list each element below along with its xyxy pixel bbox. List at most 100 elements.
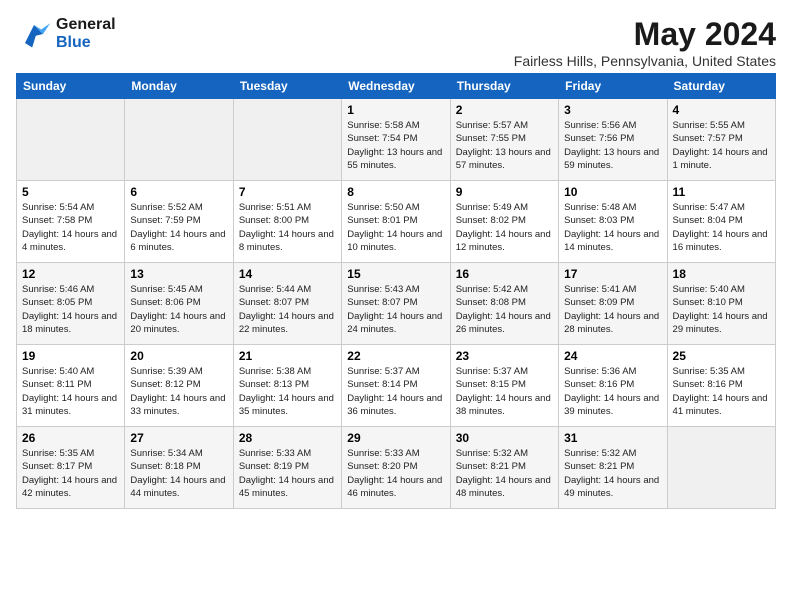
day-info: Sunrise: 5:42 AM Sunset: 8:08 PM Dayligh… [456,283,553,336]
day-number: 11 [673,185,770,199]
day-number: 3 [564,103,661,117]
day-number: 19 [22,349,119,363]
day-info: Sunrise: 5:39 AM Sunset: 8:12 PM Dayligh… [130,365,227,418]
week-row: 26Sunrise: 5:35 AM Sunset: 8:17 PM Dayli… [17,427,776,509]
calendar-cell: 20 Sunrise: 5:39 AM Sunset: 8:12 PM Dayli… [125,345,233,427]
day-info: Sunrise: 5:35 AM Sunset: 8:17 PM Dayligh… [22,447,119,500]
day-info: Sunrise: 5:34 AM Sunset: 8:18 PM Dayligh… [130,447,227,500]
day-info: Sunrise: 5:36 AM Sunset: 8:16 PM Dayligh… [564,365,661,418]
calendar-cell: 11Sunrise: 5:47 AM Sunset: 8:04 PM Dayli… [667,181,775,263]
day-info: Sunrise: 5:33 AM Sunset: 8:19 PM Dayligh… [239,447,336,500]
calendar-cell: 9 Sunrise: 5:49 AM Sunset: 8:02 PM Daylig… [450,181,558,263]
day-number: 7 [239,185,336,199]
day-number: 25 [673,349,770,363]
day-number: 1 [347,103,444,117]
day-info: Sunrise: 5:55 AM Sunset: 7:57 PM Dayligh… [673,119,770,172]
day-number: 22 [347,349,444,363]
day-number: 8 [347,185,444,199]
day-number: 12 [22,267,119,281]
day-number: 14 [239,267,336,281]
day-number: 28 [239,431,336,445]
day-number: 15 [347,267,444,281]
day-number: 27 [130,431,227,445]
calendar-table: SundayMondayTuesdayWednesdayThursdayFrid… [16,73,776,509]
day-info: Sunrise: 5:57 AM Sunset: 7:55 PM Dayligh… [456,119,553,172]
calendar-cell: 13 Sunrise: 5:45 AM Sunset: 8:06 PM Dayli… [125,263,233,345]
day-number: 18 [673,267,770,281]
month-title: May 2024 [514,16,776,53]
calendar-cell: 30 Sunrise: 5:32 AM Sunset: 8:21 PM Dayli… [450,427,558,509]
calendar-cell: 12Sunrise: 5:46 AM Sunset: 8:05 PM Dayli… [17,263,125,345]
day-number: 17 [564,267,661,281]
col-header-monday: Monday [125,74,233,99]
day-info: Sunrise: 5:43 AM Sunset: 8:07 PM Dayligh… [347,283,444,336]
day-info: Sunrise: 5:52 AM Sunset: 7:59 PM Dayligh… [130,201,227,254]
col-header-tuesday: Tuesday [233,74,341,99]
calendar-cell: 31Sunrise: 5:32 AM Sunset: 8:21 PM Dayli… [559,427,667,509]
calendar-cell: 21 Sunrise: 5:38 AM Sunset: 8:13 PM Dayli… [233,345,341,427]
calendar-cell: 24 Sunrise: 5:36 AM Sunset: 8:16 PM Dayli… [559,345,667,427]
col-header-thursday: Thursday [450,74,558,99]
calendar-cell: 26Sunrise: 5:35 AM Sunset: 8:17 PM Dayli… [17,427,125,509]
day-info: Sunrise: 5:45 AM Sunset: 8:06 PM Dayligh… [130,283,227,336]
calendar-cell: 27 Sunrise: 5:34 AM Sunset: 8:18 PM Dayli… [125,427,233,509]
day-info: Sunrise: 5:32 AM Sunset: 8:21 PM Dayligh… [564,447,661,500]
calendar-cell: 29Sunrise: 5:33 AM Sunset: 8:20 PM Dayli… [342,427,450,509]
calendar-cell: 17 Sunrise: 5:41 AM Sunset: 8:09 PM Dayli… [559,263,667,345]
calendar-cell: 5Sunrise: 5:54 AM Sunset: 7:58 PM Daylig… [17,181,125,263]
day-number: 21 [239,349,336,363]
page-header: General Blue May 2024 Fairless Hills, Pe… [16,16,776,69]
day-number: 20 [130,349,227,363]
day-info: Sunrise: 5:50 AM Sunset: 8:01 PM Dayligh… [347,201,444,254]
logo-text: General Blue [56,16,116,52]
day-number: 16 [456,267,553,281]
calendar-cell [233,99,341,181]
calendar-cell: 8 Sunrise: 5:50 AM Sunset: 8:01 PM Daylig… [342,181,450,263]
day-info: Sunrise: 5:41 AM Sunset: 8:09 PM Dayligh… [564,283,661,336]
day-number: 30 [456,431,553,445]
calendar-cell: 23 Sunrise: 5:37 AM Sunset: 8:15 PM Dayli… [450,345,558,427]
day-info: Sunrise: 5:48 AM Sunset: 8:03 PM Dayligh… [564,201,661,254]
day-number: 6 [130,185,227,199]
day-number: 2 [456,103,553,117]
day-info: Sunrise: 5:33 AM Sunset: 8:20 PM Dayligh… [347,447,444,500]
calendar-cell: 6 Sunrise: 5:52 AM Sunset: 7:59 PM Daylig… [125,181,233,263]
week-row: 19Sunrise: 5:40 AM Sunset: 8:11 PM Dayli… [17,345,776,427]
day-number: 9 [456,185,553,199]
calendar-cell: 3 Sunrise: 5:56 AM Sunset: 7:56 PM Daylig… [559,99,667,181]
week-row: 12Sunrise: 5:46 AM Sunset: 8:05 PM Dayli… [17,263,776,345]
day-info: Sunrise: 5:37 AM Sunset: 8:14 PM Dayligh… [347,365,444,418]
col-header-friday: Friday [559,74,667,99]
day-number: 24 [564,349,661,363]
day-number: 5 [22,185,119,199]
day-info: Sunrise: 5:44 AM Sunset: 8:07 PM Dayligh… [239,283,336,336]
day-info: Sunrise: 5:40 AM Sunset: 8:10 PM Dayligh… [673,283,770,336]
week-row: 1 Sunrise: 5:58 AM Sunset: 7:54 PM Daylig… [17,99,776,181]
logo: General Blue [16,16,116,52]
logo-icon [16,16,52,52]
day-info: Sunrise: 5:37 AM Sunset: 8:15 PM Dayligh… [456,365,553,418]
day-number: 10 [564,185,661,199]
col-header-saturday: Saturday [667,74,775,99]
day-info: Sunrise: 5:38 AM Sunset: 8:13 PM Dayligh… [239,365,336,418]
calendar-cell [667,427,775,509]
calendar-cell: 16 Sunrise: 5:42 AM Sunset: 8:08 PM Dayli… [450,263,558,345]
calendar-cell: 10 Sunrise: 5:48 AM Sunset: 8:03 PM Dayli… [559,181,667,263]
calendar-cell: 1 Sunrise: 5:58 AM Sunset: 7:54 PM Daylig… [342,99,450,181]
calendar-cell: 7Sunrise: 5:51 AM Sunset: 8:00 PM Daylig… [233,181,341,263]
day-number: 13 [130,267,227,281]
day-number: 23 [456,349,553,363]
col-header-wednesday: Wednesday [342,74,450,99]
calendar-cell: 2 Sunrise: 5:57 AM Sunset: 7:55 PM Daylig… [450,99,558,181]
calendar-cell: 22 Sunrise: 5:37 AM Sunset: 8:14 PM Dayli… [342,345,450,427]
title-block: May 2024 Fairless Hills, Pennsylvania, U… [514,16,776,69]
day-info: Sunrise: 5:49 AM Sunset: 8:02 PM Dayligh… [456,201,553,254]
calendar-cell [125,99,233,181]
day-info: Sunrise: 5:58 AM Sunset: 7:54 PM Dayligh… [347,119,444,172]
calendar-cell: 14 Sunrise: 5:44 AM Sunset: 8:07 PM Dayli… [233,263,341,345]
day-number: 4 [673,103,770,117]
calendar-cell: 18 Sunrise: 5:40 AM Sunset: 8:10 PM Dayli… [667,263,775,345]
calendar-cell: 4 Sunrise: 5:55 AM Sunset: 7:57 PM Daylig… [667,99,775,181]
day-info: Sunrise: 5:32 AM Sunset: 8:21 PM Dayligh… [456,447,553,500]
day-info: Sunrise: 5:56 AM Sunset: 7:56 PM Dayligh… [564,119,661,172]
